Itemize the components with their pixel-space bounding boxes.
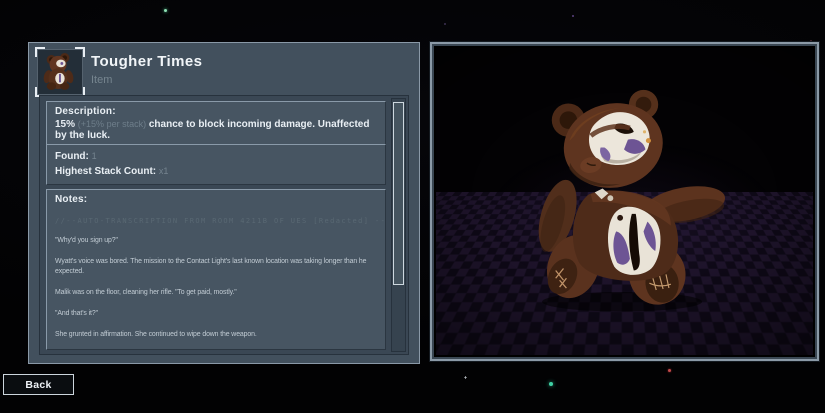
logbook-entry-card: Tougher Times Item Description: 15% (+15… — [28, 42, 420, 364]
star — [444, 23, 446, 25]
entry-scroll-region[interactable]: Description: 15% (+15% per stack) chance… — [39, 95, 409, 355]
teddy-bear-icon — [43, 53, 74, 90]
entry-title: Tougher Times — [91, 53, 203, 70]
scrollbar-thumb[interactable] — [393, 102, 404, 286]
description-box: Description: 15% (+15% per stack) chance… — [46, 101, 386, 147]
highest-stack-label: Highest Stack Count: — [55, 166, 157, 177]
screen-background: Tougher Times Item Description: 15% (+15… — [0, 0, 825, 413]
highest-stack-value: x1 — [158, 166, 169, 176]
model-viewport[interactable] — [436, 48, 813, 355]
found-value: 1 — [91, 151, 97, 161]
notes-scrollbar[interactable] — [391, 98, 406, 352]
model-preview-panel — [430, 42, 819, 361]
notes-paragraph: "And that's it?" — [55, 310, 98, 317]
notes-paragraph: Malik was on the floor, cleaning her rif… — [55, 289, 237, 296]
star — [549, 382, 553, 386]
stats-box: Found: 1 Highest Stack Count: x1 — [46, 144, 386, 185]
description-chance: 15% — [55, 119, 76, 130]
item-icon-frame — [35, 47, 85, 97]
notes-transcription: //--AUTO-TRANSCRIPTION FROM ROOM 4211B O… — [55, 217, 386, 225]
star — [164, 9, 167, 12]
highest-stack-stat: Highest Stack Count: x1 — [55, 164, 377, 179]
entry-header: Tougher Times Item — [29, 43, 419, 97]
notes-paragraph: Wyatt's voice was bored. The mission to … — [55, 258, 367, 275]
star — [464, 376, 467, 379]
star — [668, 369, 671, 372]
notes-label: Notes: — [55, 194, 88, 205]
notes-paragraph: She grunted in affirmation. She continue… — [55, 331, 257, 338]
found-stat: Found: 1 — [55, 149, 377, 164]
back-button[interactable]: Back — [3, 374, 74, 395]
entry-category: Item — [91, 74, 113, 86]
description-label: Description: — [55, 106, 116, 117]
notes-paragraph: "Why'd you sign up?" — [55, 237, 118, 244]
found-label: Found: — [55, 151, 89, 162]
star — [572, 15, 574, 17]
corner-bracket — [75, 47, 85, 57]
notes-box: Notes: //--AUTO-TRANSCRIPTION FROM ROOM … — [46, 189, 386, 350]
description-per-stack: (+15% per stack) — [77, 119, 147, 129]
description-text: 15% (+15% per stack) chance to block inc… — [55, 119, 377, 141]
teddy-bear-model — [538, 89, 725, 311]
